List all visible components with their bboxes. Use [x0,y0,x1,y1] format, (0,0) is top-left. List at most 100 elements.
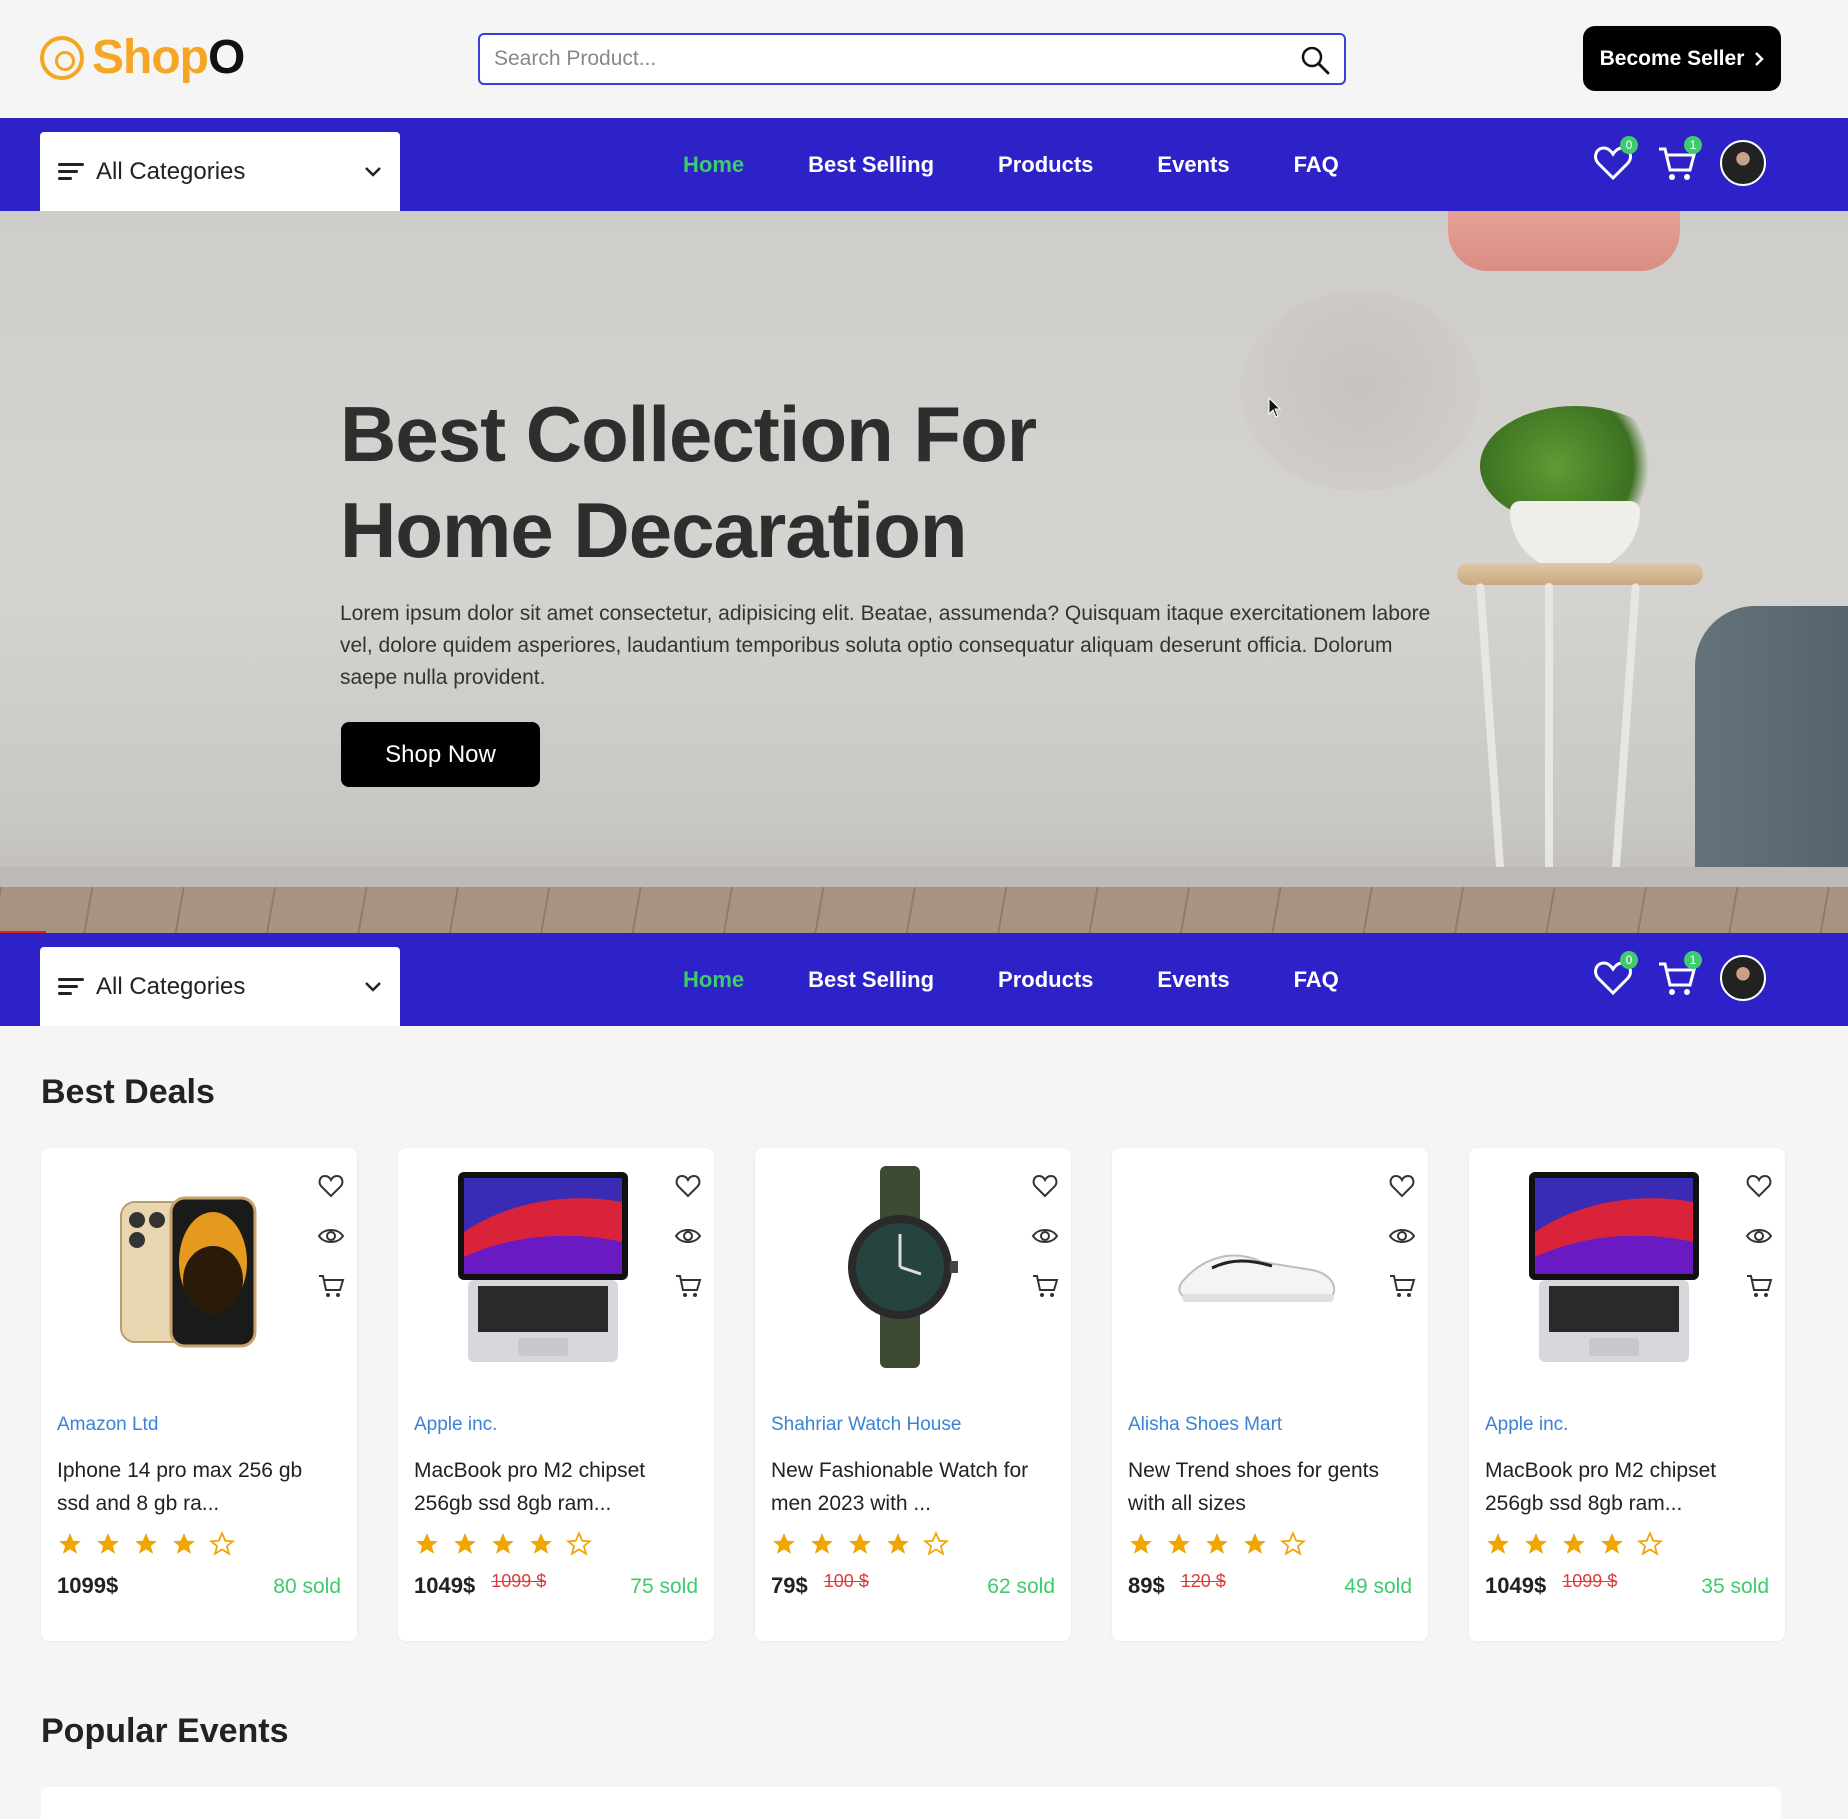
mouse-cursor-icon [1268,397,1282,418]
nav-link-products[interactable]: Products [998,967,1093,993]
shop-name[interactable]: Apple inc. [414,1414,497,1436]
star-icon [887,1533,909,1554]
price: 89$ [1128,1573,1165,1598]
star-icon [97,1533,119,1554]
shop-name[interactable]: Amazon Ltd [57,1414,158,1436]
eye-icon[interactable] [317,1222,345,1250]
baseboard [0,867,1848,887]
product-image[interactable] [785,1162,1015,1372]
product-card[interactable]: Apple inc. MacBook pro M2 chipset 256gb s… [1469,1148,1785,1641]
nav-links: Home Best Selling Products Events FAQ [683,933,1339,1026]
categories-label: All Categories [96,157,246,185]
price: 1099$ [57,1573,119,1598]
product-name[interactable]: New Trend shoes for gents with all sizes [1128,1454,1408,1520]
categories-dropdown[interactable]: All Categories [40,947,400,1026]
nav-link-faq[interactable]: FAQ [1294,152,1339,178]
card-actions [674,1172,702,1300]
nav-icons: 0 1 [1592,951,1766,1001]
star-icon [173,1533,195,1554]
price-row: 1049$ 1099 $ 75 sold [414,1571,698,1599]
product-card[interactable]: Shahriar Watch House New Fashionable Watc… [755,1148,1071,1641]
wishlist-button[interactable]: 0 [1592,136,1638,184]
product-card[interactable]: Alisha Shoes Mart New Trend shoes for gen… [1112,1148,1428,1641]
price: 1049$ [1485,1573,1547,1598]
nav-link-events[interactable]: Events [1157,152,1229,178]
star-icon [416,1533,438,1554]
top-header: ShopO Become Seller [0,0,1848,118]
wood-floor [0,887,1848,933]
eye-icon[interactable] [1031,1222,1059,1250]
card-actions [317,1172,345,1300]
rating-stars [1128,1531,1306,1557]
cart-count-badge: 1 [1684,136,1702,154]
star-icon [1525,1533,1547,1554]
nav-icons: 0 1 [1592,136,1766,186]
become-seller-button[interactable]: Become Seller [1583,26,1781,91]
cart-button[interactable]: 1 [1656,951,1702,999]
product-name[interactable]: MacBook pro M2 chipset 256gb ssd 8gb ram… [414,1454,694,1520]
card-actions [1388,1172,1416,1300]
cart-button[interactable]: 1 [1656,136,1702,184]
star-icon [492,1533,514,1554]
star-icon [811,1533,833,1554]
nav-link-best-selling[interactable]: Best Selling [808,152,934,178]
wishlist-button[interactable]: 0 [1592,951,1638,999]
price: 79$ [771,1573,808,1598]
sold-count: 35 sold [1701,1575,1769,1598]
nav-link-products[interactable]: Products [998,152,1093,178]
side-table-decoration [1457,563,1703,585]
categories-dropdown[interactable]: All Categories [40,132,400,211]
nav-link-home[interactable]: Home [683,152,744,178]
product-image[interactable] [71,1162,301,1372]
cart-icon[interactable] [674,1272,702,1300]
nav-link-home[interactable]: Home [683,967,744,993]
star-icon [135,1533,157,1554]
heart-icon[interactable] [674,1172,702,1200]
cart-icon[interactable] [1388,1272,1416,1300]
product-image[interactable] [428,1162,658,1372]
nav-link-events[interactable]: Events [1157,967,1229,993]
cart-icon[interactable] [1745,1272,1773,1300]
avatar[interactable] [1720,955,1766,1001]
wishlist-count-badge: 0 [1620,951,1638,969]
sold-count: 49 sold [1344,1575,1412,1598]
cart-icon[interactable] [1031,1272,1059,1300]
search-icon[interactable] [1300,45,1330,75]
event-card [41,1787,1781,1819]
product-name[interactable]: New Fashionable Watch for men 2023 with … [771,1454,1051,1520]
avatar[interactable] [1720,140,1766,186]
logo[interactable]: ShopO [40,30,245,85]
star-icon [773,1533,795,1554]
nav-link-best-selling[interactable]: Best Selling [808,967,934,993]
hero-description: Lorem ipsum dolor sit amet consectetur, … [340,602,1431,689]
shop-now-button[interactable]: Shop Now [341,722,540,787]
product-image[interactable] [1142,1162,1372,1372]
shop-name[interactable]: Shahriar Watch House [771,1414,961,1436]
product-image[interactable] [1499,1162,1729,1372]
price-row: 1099$ 80 sold [57,1573,341,1599]
menu-lines-icon [58,977,84,997]
star-outline-icon [1280,1531,1306,1556]
eye-icon[interactable] [1388,1222,1416,1250]
menu-lines-icon [58,162,84,182]
heart-icon[interactable] [317,1172,345,1200]
search-input[interactable] [480,35,1344,83]
product-name[interactable]: MacBook pro M2 chipset 256gb ssd 8gb ram… [1485,1454,1765,1520]
heart-icon[interactable] [1031,1172,1059,1200]
shop-name[interactable]: Apple inc. [1485,1414,1568,1436]
product-card[interactable]: Amazon Ltd Iphone 14 pro max 256 gb ssd a… [41,1148,357,1641]
eye-icon[interactable] [674,1222,702,1250]
sold-count: 80 sold [273,1575,341,1598]
nav-link-faq[interactable]: FAQ [1294,967,1339,993]
heart-icon[interactable] [1388,1172,1416,1200]
star-icon [530,1533,552,1554]
star-outline-icon [209,1531,235,1556]
old-price: 100 $ [823,1571,869,1591]
pot-decoration [1510,501,1640,571]
shop-name[interactable]: Alisha Shoes Mart [1128,1414,1282,1436]
cart-icon[interactable] [317,1272,345,1300]
product-name[interactable]: Iphone 14 pro max 256 gb ssd and 8 gb ra… [57,1454,337,1520]
product-card[interactable]: Apple inc. MacBook pro M2 chipset 256gb s… [398,1148,714,1641]
heart-icon[interactable] [1745,1172,1773,1200]
eye-icon[interactable] [1745,1222,1773,1250]
